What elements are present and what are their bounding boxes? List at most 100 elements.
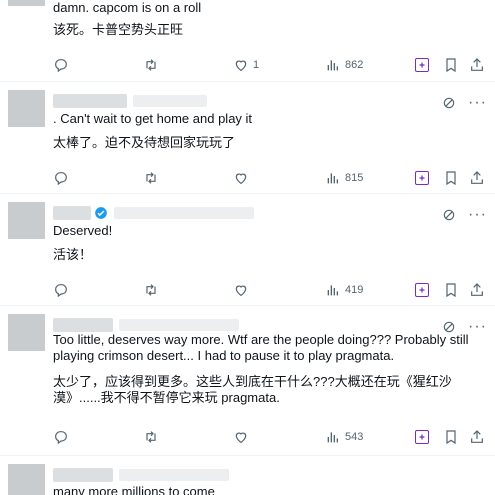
grok-icon xyxy=(415,283,429,297)
author-handle xyxy=(119,469,229,481)
views-count: 419 xyxy=(345,284,364,296)
views-icon xyxy=(327,173,338,184)
like-button[interactable] xyxy=(233,429,249,445)
more-icon[interactable]: ··· xyxy=(468,207,487,223)
retweet-button[interactable] xyxy=(143,170,159,186)
reply-icon xyxy=(55,59,67,73)
translate-icon[interactable] xyxy=(442,208,456,222)
grok-button[interactable] xyxy=(415,283,429,297)
like-count: 1 xyxy=(253,59,260,71)
views-button[interactable]: 862 xyxy=(325,57,363,73)
grok-button[interactable] xyxy=(415,58,429,72)
post-text-translation: 太少了，应该得到更多。这些人到底在干什么???大概还在玩《猩红沙漠》......… xyxy=(53,374,452,405)
views-button[interactable]: 419 xyxy=(325,282,363,298)
post-text-english: . Can't wait to get home and play it xyxy=(53,111,253,126)
reply-post-3[interactable]: ··· Deserved! 活该！ 419 xyxy=(0,194,495,306)
post-actions: 543 xyxy=(53,427,483,447)
reply-icon xyxy=(55,172,67,186)
reply-post-2[interactable]: ··· . Can't wait to get home and play it… xyxy=(0,82,495,194)
avatar[interactable] xyxy=(8,464,45,495)
post-text-english: Deserved! xyxy=(53,223,113,238)
avatar[interactable] xyxy=(8,202,45,239)
share-button[interactable] xyxy=(469,282,485,298)
bookmark-icon xyxy=(446,283,456,298)
views-icon xyxy=(327,60,338,71)
avatar[interactable] xyxy=(8,0,45,6)
retweet-button[interactable] xyxy=(143,282,159,298)
grok-button[interactable] xyxy=(415,430,429,444)
views-count: 815 xyxy=(345,172,364,184)
bookmark-icon xyxy=(446,171,456,186)
retweet-button[interactable] xyxy=(143,57,159,73)
grok-icon xyxy=(415,430,429,444)
reply-post-1[interactable]: damn. capcom is on a roll 该死。卡普空势头正旺 1 8… xyxy=(0,0,495,82)
bookmark-icon xyxy=(446,58,456,73)
bookmark-button[interactable] xyxy=(443,429,459,445)
views-button[interactable]: 543 xyxy=(325,429,363,445)
like-button[interactable] xyxy=(233,170,249,186)
like-icon xyxy=(235,285,247,297)
share-icon xyxy=(471,283,483,296)
post-actions: 419 xyxy=(53,280,483,300)
reply-post-5[interactable]: many more millions to come xyxy=(0,456,495,495)
retweet-icon xyxy=(146,284,156,296)
bookmark-button[interactable] xyxy=(443,282,459,298)
reply-button[interactable] xyxy=(53,170,69,186)
post-menu: ··· xyxy=(442,207,487,223)
author-name[interactable] xyxy=(53,206,91,220)
author-handle xyxy=(114,207,254,219)
bookmark-button[interactable] xyxy=(443,57,459,73)
bookmark-icon xyxy=(446,430,456,445)
reply-button[interactable] xyxy=(53,429,69,445)
post-actions: 815 xyxy=(53,168,483,188)
views-icon xyxy=(327,432,338,443)
like-icon xyxy=(235,60,247,72)
retweet-button[interactable] xyxy=(143,429,159,445)
like-button[interactable] xyxy=(233,282,249,298)
reply-icon xyxy=(55,284,67,298)
retweet-icon xyxy=(146,59,156,71)
share-button[interactable] xyxy=(469,57,485,73)
views-icon xyxy=(327,285,338,296)
more-icon[interactable]: ··· xyxy=(468,95,487,111)
reply-post-4[interactable]: ··· Too little, deserves way more. Wtf a… xyxy=(0,306,495,456)
translate-icon[interactable] xyxy=(442,96,456,110)
views-button[interactable]: 815 xyxy=(325,170,363,186)
author-handle xyxy=(119,319,239,331)
views-count: 543 xyxy=(345,431,364,443)
share-icon xyxy=(471,430,483,443)
post-text-translation: 活该！ xyxy=(53,247,93,262)
retweet-icon xyxy=(146,172,156,184)
author-name[interactable] xyxy=(53,468,113,482)
grok-button[interactable] xyxy=(415,171,429,185)
share-button[interactable] xyxy=(469,429,485,445)
post-text-translation: 太棒了。迫不及待想回家玩玩了 xyxy=(53,135,236,150)
post-actions: 1 862 xyxy=(53,55,483,75)
share-button[interactable] xyxy=(469,170,485,186)
grok-icon xyxy=(415,171,429,185)
post-text-translation: 该死。卡普空势头正旺 xyxy=(53,22,184,37)
like-button[interactable]: 1 xyxy=(233,57,259,73)
post-menu: ··· xyxy=(442,95,487,111)
post-header xyxy=(53,204,254,222)
avatar[interactable] xyxy=(8,314,45,351)
post-text-english: Too little, deserves way more. Wtf are t… xyxy=(53,332,469,363)
avatar[interactable] xyxy=(8,90,45,127)
grok-icon xyxy=(415,58,429,72)
like-icon xyxy=(235,173,247,185)
like-icon xyxy=(235,432,247,444)
post-text-english: many more millions to come xyxy=(53,484,215,495)
author-name[interactable] xyxy=(53,318,113,332)
views-count: 862 xyxy=(345,59,364,71)
author-name[interactable] xyxy=(53,94,127,108)
bookmark-button[interactable] xyxy=(443,170,459,186)
share-icon xyxy=(471,58,483,71)
verified-badge-icon xyxy=(95,207,107,219)
reply-button[interactable] xyxy=(53,57,69,73)
share-icon xyxy=(471,171,483,184)
retweet-icon xyxy=(146,431,156,443)
more-icon[interactable]: ··· xyxy=(468,319,487,335)
reply-button[interactable] xyxy=(53,282,69,298)
author-handle xyxy=(133,95,207,107)
post-header xyxy=(53,466,229,484)
